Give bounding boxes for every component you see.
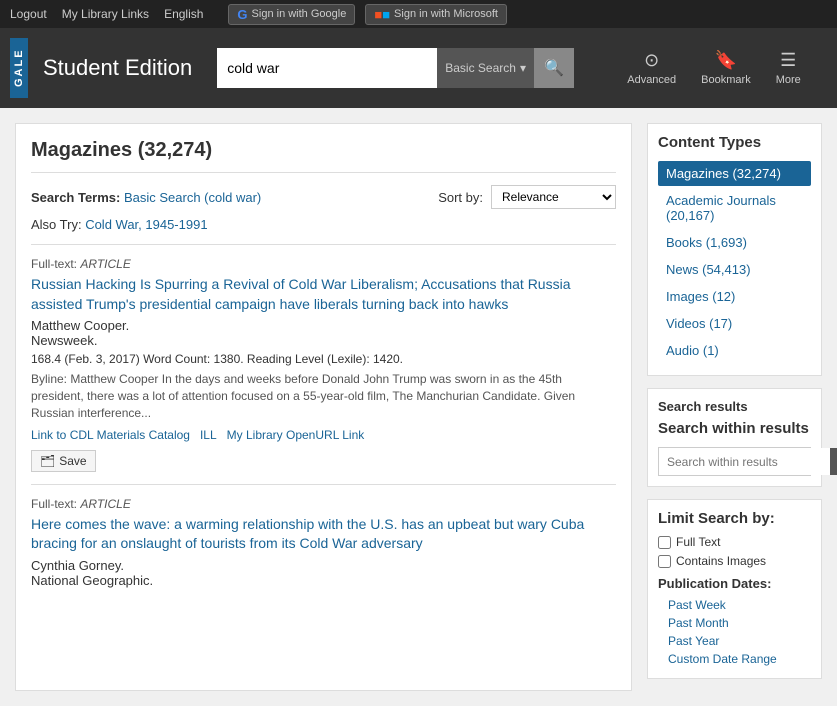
article-result: Full-text: ARTICLE Russian Hacking Is Sp… [31,244,616,484]
header: GALE Student Edition Basic Search ▾ 🔍 ⊙ … [0,28,837,108]
save-label: Save [59,454,86,468]
also-try: Also Try: Cold War, 1945-1991 [31,217,616,232]
sort-select[interactable]: Relevance Date (Newest) Date (Oldest) Au… [491,185,616,209]
article-meta: 168.4 (Feb. 3, 2017) Word Count: 1380. R… [31,352,616,366]
article-source: Newsweek. [31,333,616,348]
content-types-title: Content Types [658,134,811,151]
search-type-button[interactable]: Basic Search ▾ [437,48,534,88]
content-area: Magazines (32,274) Search Terms: Basic S… [15,123,632,691]
bookmark-icon: 🔖 [715,50,737,71]
full-text-label: Full Text [676,535,720,549]
pub-date-custom[interactable]: Custom Date Range [658,650,811,668]
bookmark-button[interactable]: 🔖 Bookmark [691,45,761,91]
article-title-link[interactable]: Russian Hacking Is Spurring a Revival of… [31,275,616,314]
search-submit-button[interactable]: 🔍 [534,48,574,88]
sign-in-google-button[interactable]: G Sign in with Google [228,4,355,25]
article-type-label: ARTICLE [80,497,130,511]
article-source: National Geographic. [31,573,616,588]
search-terms-link[interactable]: Basic Search (cold war) [124,190,261,205]
pub-dates-title: Publication Dates: [658,576,811,591]
full-text-checkbox-row: Full Text [658,535,811,549]
save-icon: 🗂 [40,454,55,468]
search-type-label: Basic Search [445,61,516,75]
article-excerpt: Byline: Matthew Cooper In the days and w… [31,371,616,421]
advanced-icon: ⊙ [644,50,659,71]
limit-search-section: Limit Search by: Full Text Contains Imag… [647,499,822,679]
fulltext-label: Full-text: ARTICLE [31,497,616,511]
sign-in-microsoft-label: Sign in with Microsoft [394,8,498,20]
page-title: Magazines (32,274) [31,139,616,173]
article-author: Matthew Cooper. [31,318,616,333]
content-type-magazines[interactable]: Magazines (32,274) [658,161,811,186]
language-selector[interactable]: English [164,7,203,21]
article-author: Cynthia Gorney. [31,558,616,573]
search-within-button[interactable]: 🔍 [830,448,837,475]
header-actions: ⊙ Advanced 🔖 Bookmark ☰ More [617,45,811,91]
search-within-wrap: 🔍 [658,447,811,476]
gale-logo: GALE [10,38,28,98]
pub-date-past-year[interactable]: Past Year [658,632,811,650]
my-library-links-link[interactable]: My Library Links [62,7,149,21]
sign-in-google-label: Sign in with Google [252,8,347,20]
openurl-link[interactable]: My Library OpenURL Link [227,428,365,442]
content-type-books[interactable]: Books (1,693) [658,230,811,255]
google-icon: G [237,7,247,22]
contains-images-checkbox-row: Contains Images [658,554,811,568]
content-type-images[interactable]: Images (12) [658,284,811,309]
content-type-news[interactable]: News (54,413) [658,257,811,282]
search-within-input[interactable] [659,448,830,475]
pub-date-past-week[interactable]: Past Week [658,596,811,614]
more-icon: ☰ [780,50,796,71]
limit-search-title: Limit Search by: [658,510,811,527]
contains-images-label: Contains Images [676,554,766,568]
also-try-link[interactable]: Cold War, 1945-1991 [85,217,207,232]
article-title-link[interactable]: Here comes the wave: a warming relations… [31,515,616,554]
search-input[interactable] [217,48,437,88]
search-results-label: Search results [658,399,811,414]
advanced-search-button[interactable]: ⊙ Advanced [617,45,686,91]
sort-label: Sort by: [438,190,483,205]
search-box-wrapper: Basic Search ▾ 🔍 [217,48,597,88]
article-links: Link to CDL Materials Catalog ILL My Lib… [31,428,616,442]
search-terms-row: Search Terms: Basic Search (cold war) So… [31,185,616,209]
ill-link[interactable]: ILL [200,428,217,442]
fulltext-label: Full-text: ARTICLE [31,257,616,271]
search-terms-info: Search Terms: Basic Search (cold war) [31,190,261,205]
search-within-section: Search results Search within results 🔍 [647,388,822,487]
also-try-label: Also Try: [31,217,85,232]
chevron-down-icon: ▾ [520,61,526,75]
cdl-link[interactable]: Link to CDL Materials Catalog [31,428,190,442]
content-type-audio[interactable]: Audio (1) [658,338,811,363]
main-layout: Magazines (32,274) Search Terms: Basic S… [0,108,837,706]
more-label: More [776,74,801,86]
content-type-videos[interactable]: Videos (17) [658,311,811,336]
search-within-title: Search within results [658,420,811,437]
sort-row: Sort by: Relevance Date (Newest) Date (O… [438,185,616,209]
sign-in-group: G Sign in with Google ■■ Sign in with Mi… [228,4,507,25]
content-types-section: Content Types Magazines (32,274) Academi… [647,123,822,376]
full-text-checkbox[interactable] [658,536,671,549]
save-button[interactable]: 🗂 Save [31,450,96,472]
article-result: Full-text: ARTICLE Here comes the wave: … [31,484,616,604]
sidebar: Content Types Magazines (32,274) Academi… [647,123,822,691]
logout-link[interactable]: Logout [10,7,47,21]
contains-images-checkbox[interactable] [658,555,671,568]
top-bar: Logout My Library Links English G Sign i… [0,0,837,28]
site-title: Student Edition [43,55,192,81]
search-icon: 🔍 [544,58,564,78]
article-type-label: ARTICLE [80,257,130,271]
advanced-label: Advanced [627,74,676,86]
pub-date-past-month[interactable]: Past Month [658,614,811,632]
content-type-academic[interactable]: Academic Journals (20,167) [658,188,811,228]
microsoft-icon: ■■ [374,7,390,22]
more-button[interactable]: ☰ More [766,45,811,91]
bookmark-label: Bookmark [701,74,751,86]
sign-in-microsoft-button[interactable]: ■■ Sign in with Microsoft [365,4,507,25]
